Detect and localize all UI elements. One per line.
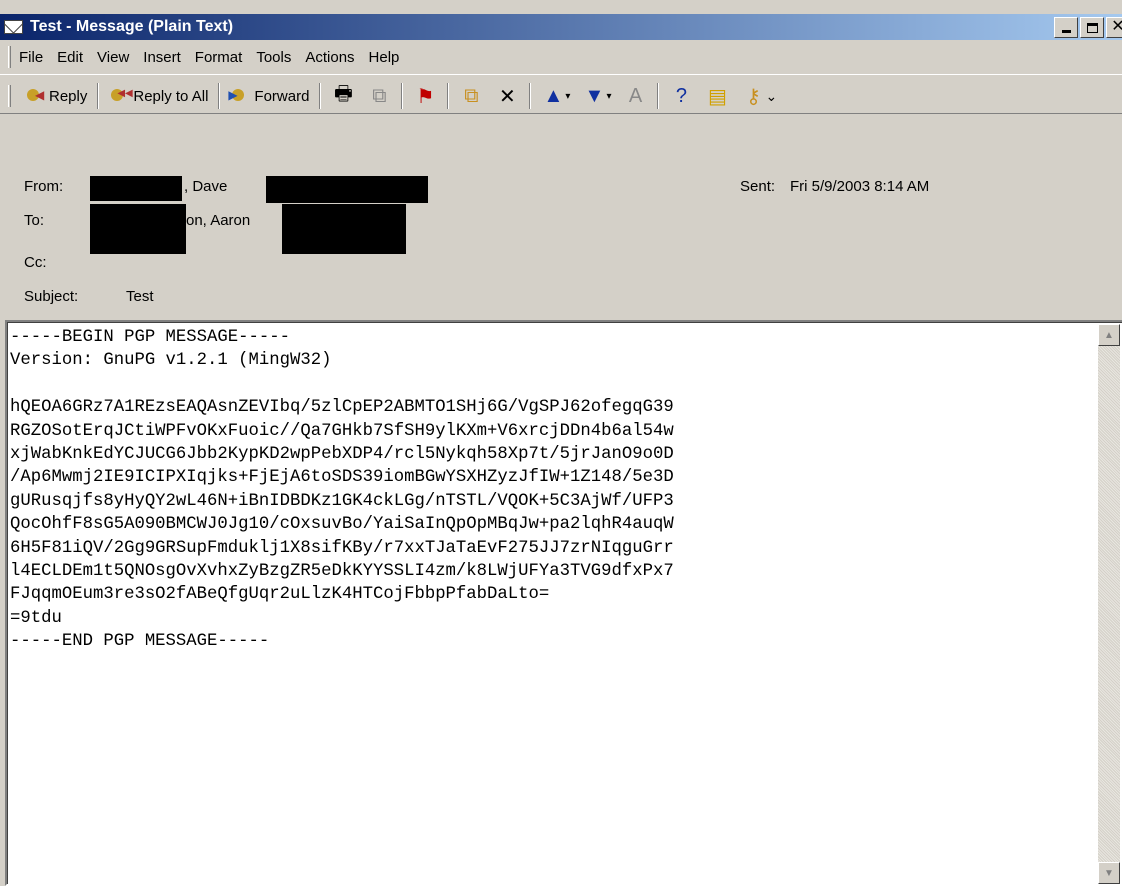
scroll-down-icon: ▼	[1104, 867, 1114, 879]
cc-label: Cc:	[24, 254, 47, 271]
chevron-down-icon: ▾	[606, 90, 612, 102]
minimize-button[interactable]	[1054, 16, 1078, 38]
encrypt-button[interactable]: ⚷ ⌄	[735, 81, 783, 111]
toolbar-separator	[319, 83, 322, 109]
delete-icon: ✕	[499, 85, 516, 108]
toolbar-grip[interactable]	[8, 85, 11, 107]
message-line: Version: GnuPG v1.2.1 (MingW32)	[10, 351, 332, 371]
message-line: /Ap6Mwmj2IE9ICIPXIqjks+FjEjA6toSDS39iomB…	[10, 468, 674, 488]
envelope-icon	[4, 19, 24, 35]
message-line: hQEOA6GRz7A1REzsEAQAsnZEVIbq/5zlCpEP2ABM…	[10, 398, 674, 418]
print-button[interactable]: 🖶	[325, 81, 361, 111]
forward-icon	[228, 87, 250, 105]
toolbar-separator	[657, 83, 660, 109]
redaction-block	[90, 176, 182, 201]
message-window: Test - Message (Plain Text) ✕ File Edit …	[0, 0, 1122, 886]
copy-icon: ⧉	[372, 84, 387, 107]
move-to-folder-icon: ⧉	[464, 84, 479, 107]
message-line: 6H5F81iQV/2Gg9GRSupFmduklj1X8sifKBy/r7xx…	[10, 538, 674, 558]
toolbar-separator	[447, 83, 450, 109]
vertical-scrollbar[interactable]: ▲ ▼	[1098, 324, 1120, 884]
chevron-down-icon: ▾	[565, 90, 571, 102]
message-line: QocOhfF8sG5A090BMCWJ0Jg10/cOxsuvBo/YaiSa…	[10, 515, 674, 535]
title-bar[interactable]: Test - Message (Plain Text) ✕	[0, 14, 1122, 40]
close-icon: ✕	[1111, 18, 1122, 35]
reply-button[interactable]: Reply	[19, 81, 93, 111]
message-line	[10, 373, 674, 396]
menu-edit[interactable]: Edit	[57, 49, 83, 66]
key-icon: ⚷	[746, 85, 761, 108]
message-line: -----BEGIN PGP MESSAGE-----	[10, 328, 291, 347]
close-button[interactable]: ✕	[1106, 16, 1122, 38]
message-text[interactable]: -----BEGIN PGP MESSAGE----- Version: GnuP…	[10, 326, 674, 654]
help-icon: ?	[675, 84, 688, 107]
redaction-block	[282, 204, 406, 254]
toolbar-separator	[529, 83, 532, 109]
forward-button[interactable]: Forward	[224, 81, 315, 111]
message-line: l4ECLDEm1t5QNOsgOvXvhxZyBzgZR5eDkKYYSSLI…	[10, 562, 674, 582]
flag-icon: ⚑	[416, 85, 435, 108]
to-label: To:	[24, 212, 45, 229]
toolbar-separator	[97, 83, 100, 109]
message-line: FJqqmOEum3re3sO2fABeQfgUqr2uLlzK4HTCojFb…	[10, 585, 550, 605]
delete-button[interactable]: ✕	[489, 81, 525, 111]
sent-value: Fri 5/9/2003 8:14 AM	[790, 178, 930, 195]
message-line: =9tdu	[10, 608, 62, 628]
minimize-icon	[1061, 29, 1071, 33]
message-body[interactable]: -----BEGIN PGP MESSAGE----- Version: GnuP…	[5, 320, 1122, 886]
toolbar-options-icon: ⌄	[765, 87, 778, 104]
reply-icon	[25, 87, 45, 105]
sign-button[interactable]: ▤	[699, 81, 735, 111]
scroll-up-button[interactable]: ▲	[1098, 324, 1120, 346]
subject-label: Subject:	[24, 288, 79, 305]
flag-button[interactable]: ⚑	[407, 81, 443, 111]
maximize-button[interactable]	[1080, 16, 1104, 38]
scroll-down-button[interactable]: ▼	[1098, 862, 1120, 884]
from-value[interactable]: , Dave	[184, 178, 227, 195]
document-icon: ▤	[708, 85, 727, 108]
forward-label: Forward	[254, 87, 310, 105]
menu-insert[interactable]: Insert	[143, 49, 181, 66]
help-button[interactable]: ?	[663, 81, 699, 111]
to-value[interactable]: on, Aaron	[186, 212, 250, 229]
message-line: -----END PGP MESSAGE-----	[10, 632, 270, 652]
font-size-button[interactable]: A	[617, 81, 653, 111]
menu-view[interactable]: View	[97, 49, 129, 66]
subject-value: Test	[126, 288, 154, 305]
reply-all-label: Reply to All	[133, 87, 209, 105]
reply-label: Reply	[49, 87, 88, 105]
menu-help[interactable]: Help	[369, 49, 400, 66]
standard-toolbar: Reply Reply to All Forward 🖶 ⧉ ⚑ ⧉ ✕ ▲▾ …	[8, 78, 783, 114]
up-arrow-icon: ▲	[543, 84, 564, 107]
message-line: RGZOSotErqJCtiWPFvOKxFuoic//Qa7GHkb7SfSH…	[10, 421, 674, 441]
toolbar-separator	[401, 83, 404, 109]
printer-icon: 🖶	[333, 83, 353, 105]
message-line: xjWabKnkEdYCJUCG6Jbb2KypKD2wpPebXDP4/rcl…	[10, 445, 674, 465]
from-label: From:	[24, 178, 64, 195]
scroll-up-icon: ▲	[1104, 329, 1114, 341]
redaction-block	[90, 204, 186, 254]
redaction-block	[266, 176, 428, 203]
menu-grip[interactable]	[8, 46, 11, 68]
message-line: gURusqjfs8yHyQY2wL46N+iBnIDBDKz1GK4ckLGg…	[10, 491, 674, 511]
menu-bar: File Edit View Insert Format Tools Actio…	[0, 44, 1122, 70]
next-item-button[interactable]: ▼ ▾	[576, 81, 617, 111]
menu-file[interactable]: File	[19, 49, 43, 66]
menu-format[interactable]: Format	[195, 49, 243, 66]
reply-all-icon	[109, 87, 133, 105]
menu-actions[interactable]: Actions	[305, 49, 354, 66]
copy-button[interactable]: ⧉	[361, 81, 397, 111]
reply-all-button[interactable]: Reply to All	[103, 81, 214, 111]
toolbar-separator	[218, 83, 221, 109]
down-arrow-icon: ▼	[584, 84, 605, 107]
sent-label: Sent:	[740, 178, 776, 195]
menu-tools[interactable]: Tools	[256, 49, 291, 66]
previous-item-button[interactable]: ▲ ▾	[535, 81, 576, 111]
move-to-folder-button[interactable]: ⧉	[453, 81, 489, 111]
font-size-icon: A	[628, 84, 643, 107]
maximize-icon	[1086, 22, 1098, 33]
window-title: Test - Message (Plain Text)	[30, 18, 234, 35]
